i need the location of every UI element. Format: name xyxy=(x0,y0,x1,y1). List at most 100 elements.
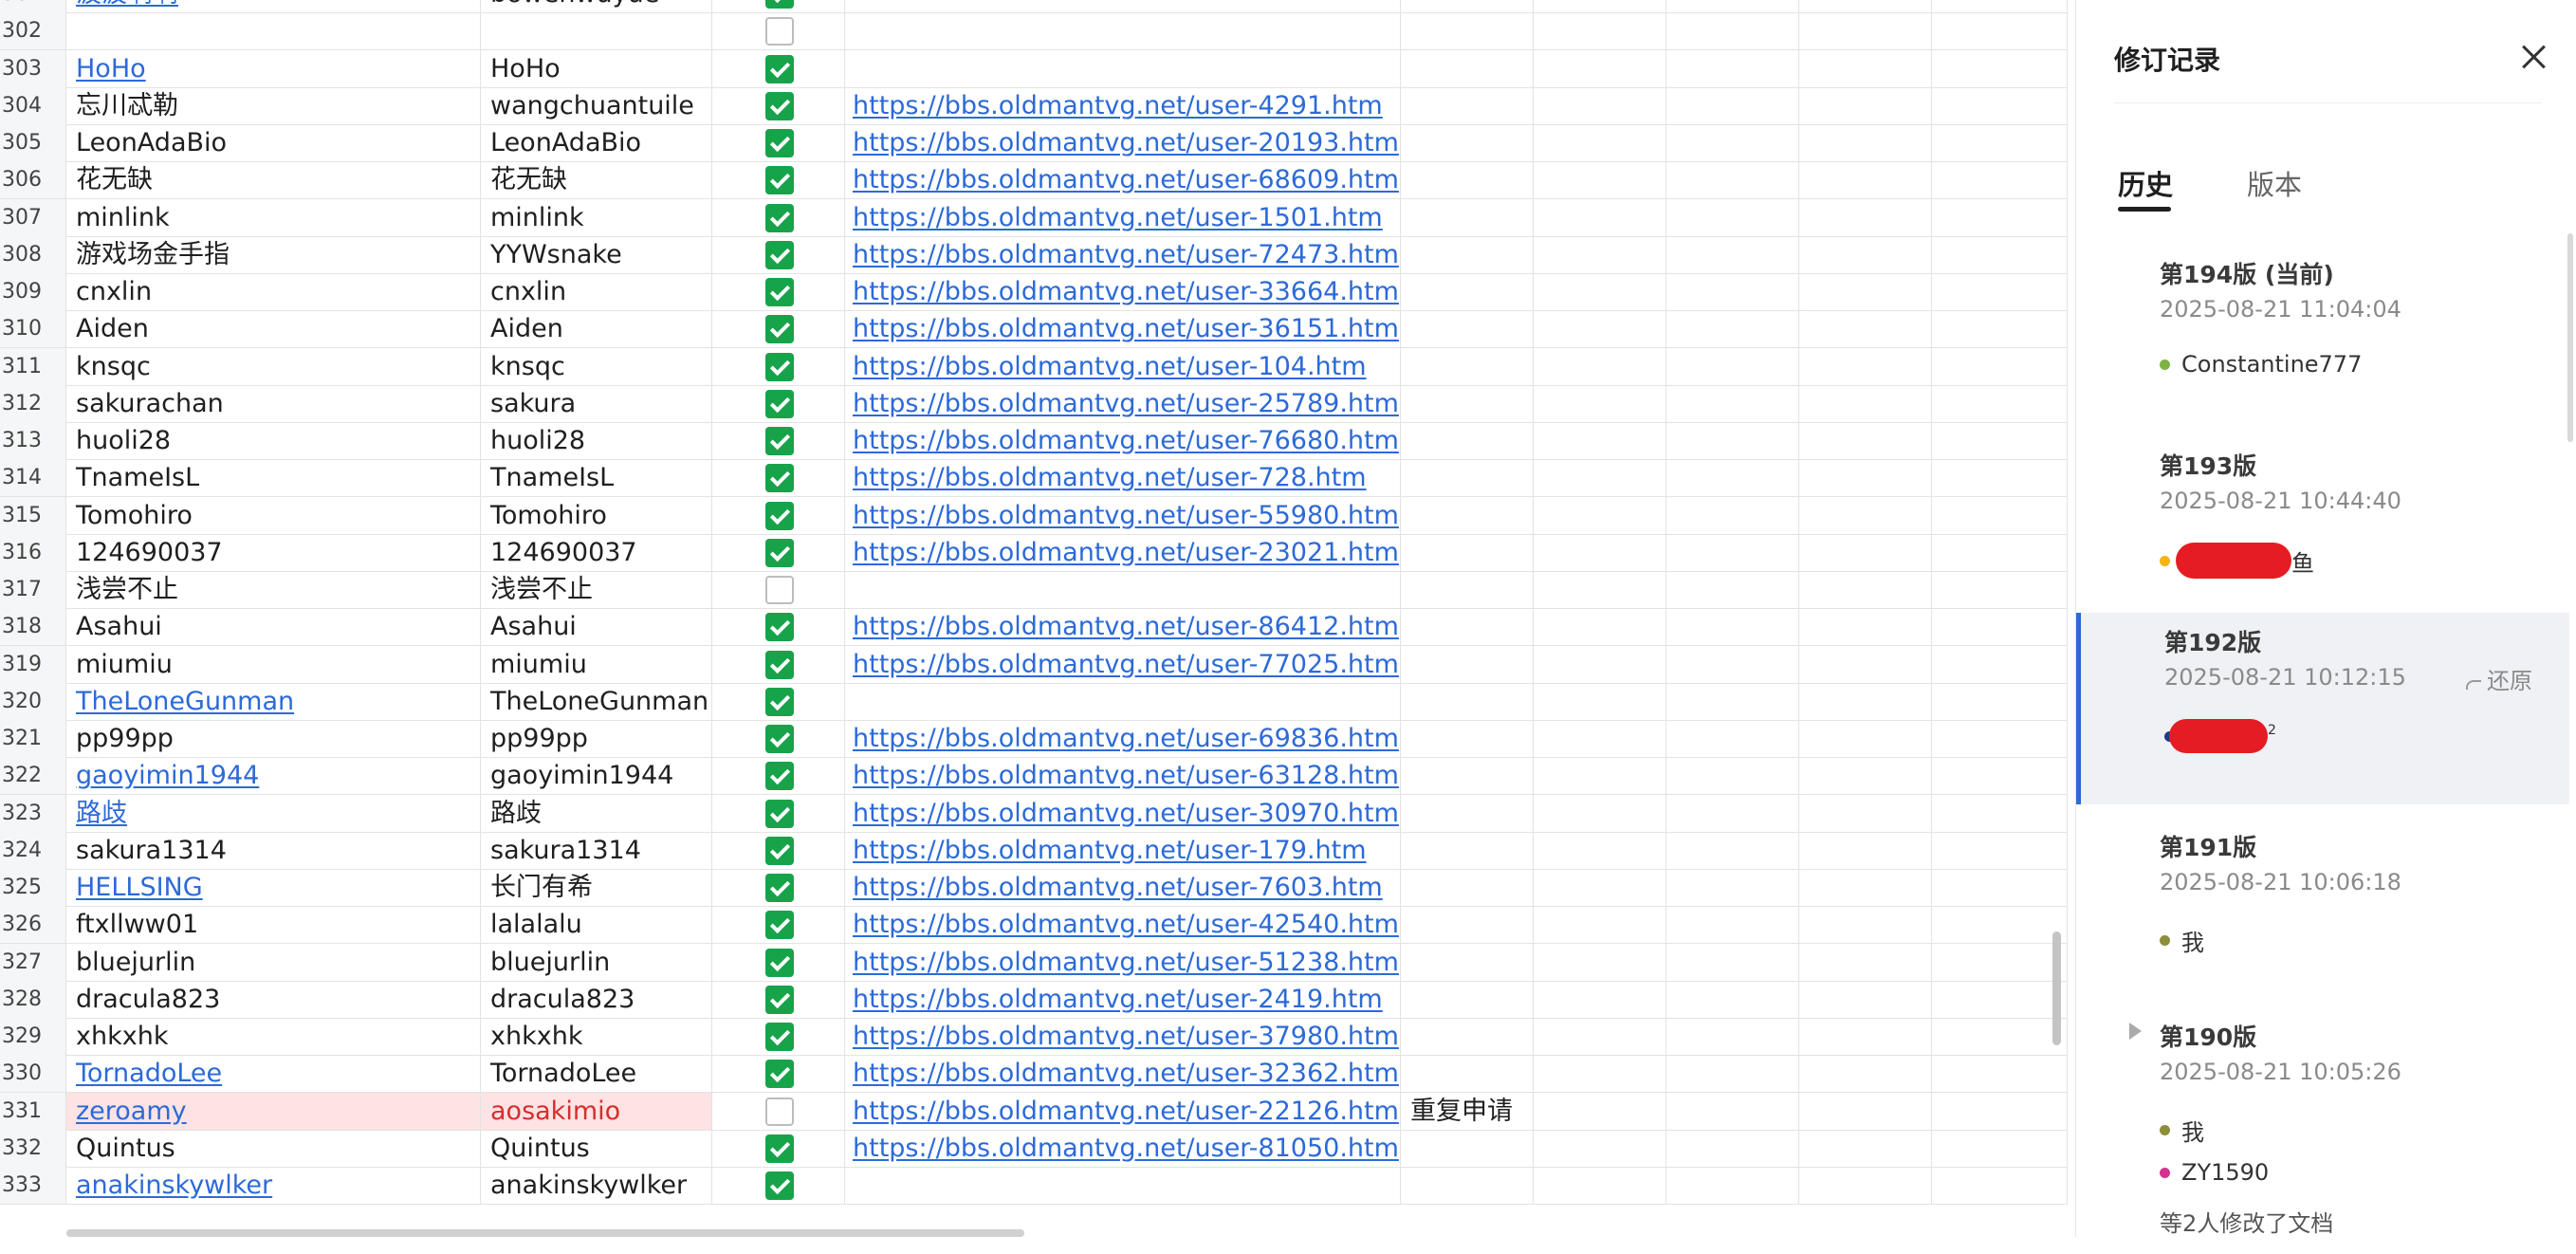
row-number[interactable]: 321 xyxy=(0,720,66,757)
cell-url[interactable]: https://bbs.oldmantvg.net/user-76680.htm xyxy=(845,422,1401,459)
cell-empty[interactable] xyxy=(1932,1092,2068,1130)
cell-empty[interactable] xyxy=(1932,384,2068,422)
cell-url[interactable]: https://bbs.oldmantvg.net/user-77025.htm xyxy=(845,645,1401,683)
cell-note[interactable] xyxy=(1401,980,1534,1018)
cell-empty[interactable] xyxy=(1932,608,2068,646)
cell-checkbox[interactable] xyxy=(712,235,845,273)
cell-note[interactable] xyxy=(1401,1129,1534,1167)
cell-username[interactable]: 路歧 xyxy=(481,794,712,832)
cell-name[interactable]: sakurachan xyxy=(66,384,481,422)
cell-url[interactable]: https://bbs.oldmantvg.net/user-20193.htm xyxy=(845,124,1401,161)
row-number[interactable]: 319 xyxy=(0,645,66,683)
checkbox-checked[interactable] xyxy=(765,613,794,642)
cell-name[interactable]: xhkxhk xyxy=(66,1018,481,1055)
cell-empty[interactable] xyxy=(1932,49,2068,87)
url-link[interactable]: https://bbs.oldmantvg.net/user-36151.htm xyxy=(853,314,1399,343)
row-number[interactable]: 305 xyxy=(0,124,66,161)
cell-empty[interactable] xyxy=(1932,0,2068,12)
cell-note[interactable] xyxy=(1401,235,1534,273)
cell-empty[interactable] xyxy=(1799,608,1932,646)
url-link[interactable]: https://bbs.oldmantvg.net/user-4291.htm xyxy=(853,91,1383,120)
row-number[interactable]: 314 xyxy=(0,459,66,497)
checkbox-checked[interactable] xyxy=(765,948,794,977)
cell-empty[interactable] xyxy=(1932,682,2068,720)
checkbox-checked[interactable] xyxy=(765,1023,794,1051)
row-number[interactable]: 303 xyxy=(0,49,66,87)
cell-checkbox[interactable] xyxy=(712,86,845,124)
cell-empty[interactable] xyxy=(1666,1167,1799,1204)
cell-checkbox[interactable] xyxy=(712,496,845,534)
row-number[interactable]: 322 xyxy=(0,757,66,795)
cell-checkbox[interactable] xyxy=(712,161,845,199)
checkbox-checked[interactable] xyxy=(765,278,794,306)
cell-username[interactable]: xhkxhk xyxy=(481,1018,712,1055)
cell-url[interactable]: https://bbs.oldmantvg.net/user-86412.htm xyxy=(845,608,1401,646)
cell-name[interactable] xyxy=(66,12,481,50)
version-entry[interactable]: 第192版 2025-08-21 10:12:15 2 还原 xyxy=(2076,613,2569,804)
cell-empty[interactable] xyxy=(1932,571,2068,608)
cell-empty[interactable] xyxy=(1932,198,2068,236)
cell-empty[interactable] xyxy=(1534,161,1666,199)
cell-empty[interactable] xyxy=(1799,757,1932,795)
cell-empty[interactable] xyxy=(1799,831,1932,869)
cell-empty[interactable] xyxy=(1932,459,2068,497)
cell-empty[interactable] xyxy=(1534,1018,1666,1055)
cell-empty[interactable] xyxy=(1932,720,2068,757)
cell-checkbox[interactable] xyxy=(712,273,845,310)
cell-username[interactable]: dracula823 xyxy=(481,980,712,1018)
cell-url[interactable]: https://bbs.oldmantvg.net/user-30970.htm xyxy=(845,794,1401,832)
cell-empty[interactable] xyxy=(1932,906,2068,944)
restore-button[interactable]: 还原 xyxy=(2464,662,2532,695)
version-entry[interactable]: 第194版 (当前) 2025-08-21 11:04:04 Constantine… xyxy=(2076,245,2569,425)
cell-username[interactable]: 浅尝不止 xyxy=(481,571,712,608)
cell-name[interactable]: HELLSING xyxy=(66,869,481,906)
cell-empty[interactable] xyxy=(1932,1167,2068,1204)
cell-empty[interactable] xyxy=(1534,310,1666,348)
cell-checkbox[interactable] xyxy=(712,645,845,683)
cell-checkbox[interactable] xyxy=(712,384,845,422)
cell-empty[interactable] xyxy=(1534,1129,1666,1167)
cell-checkbox[interactable] xyxy=(712,124,845,161)
cell-empty[interactable] xyxy=(1666,645,1799,683)
checkbox-checked[interactable] xyxy=(765,687,794,716)
cell-note[interactable] xyxy=(1401,533,1534,571)
cell-checkbox[interactable] xyxy=(712,608,845,646)
url-link[interactable]: https://bbs.oldmantvg.net/user-2419.htm xyxy=(853,985,1383,1014)
cell-url[interactable]: https://bbs.oldmantvg.net/user-36151.htm xyxy=(845,310,1401,348)
cell-note[interactable] xyxy=(1401,273,1534,310)
cell-empty[interactable] xyxy=(1666,906,1799,944)
cell-empty[interactable] xyxy=(1666,86,1799,124)
cell-name[interactable]: sakura1314 xyxy=(66,831,481,869)
cell-empty[interactable] xyxy=(1666,310,1799,348)
cell-name[interactable]: zeroamy xyxy=(66,1092,481,1130)
cell-empty[interactable] xyxy=(1932,273,2068,310)
cell-username[interactable]: 花无缺 xyxy=(481,161,712,199)
url-link[interactable]: https://bbs.oldmantvg.net/user-42540.htm xyxy=(853,910,1399,939)
cell-username[interactable]: huoli28 xyxy=(481,422,712,459)
version-entry[interactable]: 第193版 2025-08-21 10:44:40 鱼 xyxy=(2076,436,2569,617)
url-link[interactable]: https://bbs.oldmantvg.net/user-30970.htm xyxy=(853,799,1399,828)
cell-url[interactable]: https://bbs.oldmantvg.net/user-2419.htm xyxy=(845,980,1401,1018)
cell-empty[interactable] xyxy=(1932,794,2068,832)
cell-empty[interactable] xyxy=(1799,161,1932,199)
cell-empty[interactable] xyxy=(1932,1055,2068,1093)
cell-empty[interactable] xyxy=(1799,496,1932,534)
cell-checkbox[interactable] xyxy=(712,980,845,1018)
cell-username[interactable]: wangchuantuile xyxy=(481,86,712,124)
cell-empty[interactable] xyxy=(1799,980,1932,1018)
cell-url[interactable]: https://bbs.oldmantvg.net/user-7603.htm xyxy=(845,869,1401,906)
cell-username[interactable] xyxy=(481,12,712,50)
cell-note[interactable] xyxy=(1401,384,1534,422)
cell-checkbox[interactable] xyxy=(712,1129,845,1167)
cell-note[interactable] xyxy=(1401,608,1534,646)
cell-empty[interactable] xyxy=(1534,571,1666,608)
checkbox-checked[interactable] xyxy=(765,427,794,455)
row-number[interactable]: 307 xyxy=(0,198,66,236)
cell-empty[interactable] xyxy=(1666,422,1799,459)
cell-checkbox[interactable] xyxy=(712,310,845,348)
cell-empty[interactable] xyxy=(1799,422,1932,459)
cell-note[interactable] xyxy=(1401,757,1534,795)
cell-empty[interactable] xyxy=(1799,682,1932,720)
checkbox-checked[interactable] xyxy=(765,91,794,120)
cell-empty[interactable] xyxy=(1666,720,1799,757)
